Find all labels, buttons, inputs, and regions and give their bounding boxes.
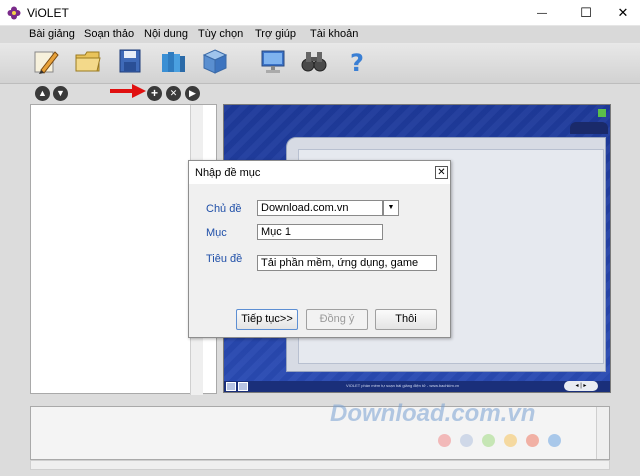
watermark-dot [438, 434, 451, 447]
watermark-dot [504, 434, 517, 447]
minimize-icon: — [537, 7, 547, 19]
move-down-icon[interactable]: ▼ [53, 86, 68, 101]
folder-icon[interactable] [73, 46, 103, 76]
save-disk-icon[interactable] [115, 46, 145, 76]
dialog-title: Nhập đề mục [195, 167, 261, 179]
preview-green-marker [598, 109, 606, 117]
close-icon: ✕ [617, 5, 629, 20]
menu-tai-khoan[interactable]: Tài khoản [310, 28, 358, 40]
add-item-icon[interactable]: + [147, 86, 162, 101]
preview-image-icon[interactable] [238, 382, 248, 391]
chu-de-input[interactable]: Download.com.vn [257, 200, 383, 216]
help-question-icon[interactable]: ? [342, 46, 372, 76]
svg-text:?: ? [350, 49, 364, 76]
continue-button[interactable]: Tiếp tục>> [236, 309, 298, 330]
toolbar: ? [0, 43, 640, 84]
preview-tab-decor [570, 122, 608, 134]
violet-flower-icon [7, 6, 21, 20]
tieu-de-label: Tiêu đề [206, 253, 243, 265]
chu-de-dropdown-icon[interactable]: ▼ [383, 200, 399, 216]
binoculars-icon[interactable] [299, 46, 329, 76]
watermark-dot [548, 434, 561, 447]
horizontal-scrollbar[interactable] [30, 460, 610, 470]
delete-item-icon[interactable]: ✕ [166, 86, 181, 101]
cancel-button[interactable]: Thôi [375, 309, 437, 330]
menu-tro-giup[interactable]: Trợ giúp [255, 28, 296, 40]
menu-noi-dung[interactable]: Nội dung [144, 28, 188, 40]
preview-footer-text: VIOLET phần mềm tự soạn bài giảng điện t… [346, 383, 460, 388]
nhap-de-muc-dialog: Nhập đề mục ✕ Chủ đề Download.com.vn ▼ M… [188, 160, 451, 338]
dialog-titlebar: Nhập đề mục ✕ [189, 161, 450, 184]
tieu-de-input[interactable]: Tải phần mềm, ứng dụng, game [257, 255, 437, 271]
ok-button[interactable]: Đồng ý [306, 309, 368, 330]
pencil-icon[interactable] [31, 46, 61, 76]
books-icon[interactable] [158, 46, 188, 76]
menu-soan-thao[interactable]: Soạn thảo [84, 28, 134, 40]
preview-doc-icon[interactable] [226, 382, 236, 391]
window-title: ViOLET [27, 6, 69, 20]
red-arrow-icon [110, 84, 146, 98]
monitor-icon[interactable] [258, 46, 288, 76]
watermark-text: Download.com.vn [330, 400, 536, 427]
close-button[interactable]: ✕ [600, 0, 640, 26]
watermark-dot [526, 434, 539, 447]
move-right-icon[interactable]: ▶ [185, 86, 200, 101]
maximize-icon: ☐ [580, 5, 592, 20]
menu-bar: Bài giảng Soạn thảo Nội dung Tùy chọn Tr… [0, 26, 640, 43]
window-titlebar: ViOLET — ☐ ✕ [0, 0, 640, 26]
watermark-dot [482, 434, 495, 447]
dialog-close-icon[interactable]: ✕ [435, 166, 448, 179]
preview-nav-buttons[interactable]: ◂ | ▸ [564, 381, 598, 391]
minimize-button[interactable]: — [519, 0, 565, 26]
menu-bai-giang[interactable]: Bài giảng [29, 28, 75, 40]
muc-label: Mục [206, 227, 227, 239]
watermark-dot [460, 434, 473, 447]
menu-tuy-chon[interactable]: Tùy chọn [198, 28, 243, 40]
move-up-icon[interactable]: ▲ [35, 86, 50, 101]
chu-de-label: Chủ đề [206, 203, 242, 215]
muc-input[interactable]: Mục 1 [257, 224, 383, 240]
notes-scrollbar[interactable] [596, 407, 609, 459]
cube-icon[interactable] [200, 46, 230, 76]
